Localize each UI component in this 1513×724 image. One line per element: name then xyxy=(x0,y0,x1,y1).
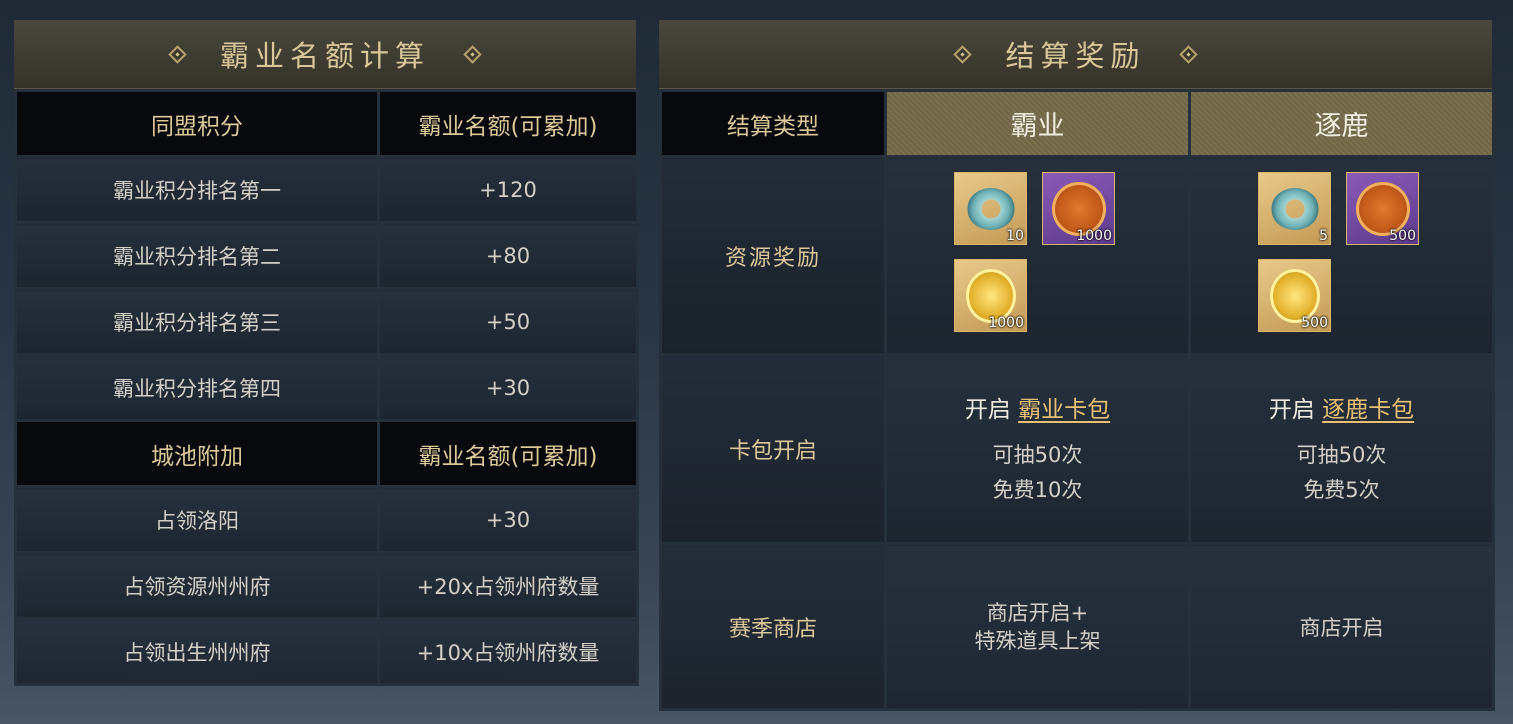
row-value: +10x占领州府数量 xyxy=(377,617,639,686)
row-value: +80 xyxy=(377,221,639,290)
table-row: 霸业积分排名第四 +30 xyxy=(14,353,639,422)
diamond-ornament-icon xyxy=(168,44,187,64)
header-quota: 霸业名额(可累加) xyxy=(377,89,639,158)
table-row: 占领洛阳 +30 xyxy=(14,485,639,554)
resource-row: 资源奖励 10 1000 1000 5 500 500 xyxy=(659,155,1495,356)
panel-title-bar: 霸业名额计算 xyxy=(14,20,636,89)
jade-ring-icon xyxy=(966,187,1015,230)
shop-open-text: 商店开启+ xyxy=(986,600,1089,625)
shop-cell-hegemony: 商店开启+ 特殊道具上架 xyxy=(884,542,1191,711)
special-items-text: 特殊道具上架 xyxy=(974,628,1101,653)
row-value: +30 xyxy=(377,485,639,554)
season-shop-label: 赛季商店 xyxy=(659,542,887,711)
row-value: +50 xyxy=(377,287,639,356)
panel-title-bar: 结算奖励 xyxy=(659,20,1492,89)
shop-cell-zhulu: 商店开启 xyxy=(1188,542,1495,711)
reward-item[interactable]: 1000 xyxy=(954,259,1027,332)
rewards-table: 结算类型 霸业 逐鹿 资源奖励 10 1000 1000 5 500 500 卡… xyxy=(659,89,1495,711)
item-quantity: 1000 xyxy=(988,315,1024,331)
reward-item[interactable]: 500 xyxy=(1346,172,1419,245)
free-count: 免费10次 xyxy=(992,478,1083,502)
diamond-ornament-icon xyxy=(953,44,973,64)
open-prefix: 开启 xyxy=(1268,397,1315,423)
item-quantity: 500 xyxy=(1389,228,1416,244)
table-row: 霸业积分排名第一 +120 xyxy=(14,155,639,224)
zhulu-card-pack-link[interactable]: 逐鹿卡包 xyxy=(1322,397,1414,423)
card-pack-label: 卡包开启 xyxy=(659,353,887,545)
draw-count: 可抽50次 xyxy=(1296,443,1387,467)
quota-table: 同盟积分 霸业名额(可累加) 霸业积分排名第一 +120 霸业积分排名第二 +8… xyxy=(14,89,639,686)
card-pack-row: 卡包开启 开启 霸业卡包 可抽50次 免费10次 开启 逐鹿卡包 可抽50次 免… xyxy=(659,353,1495,545)
table-row: 占领出生州州府 +10x占领州府数量 xyxy=(14,617,639,686)
row-label: 占领洛阳 xyxy=(14,485,380,554)
row-label: 霸业积分排名第一 xyxy=(14,155,380,224)
reward-item[interactable]: 5 xyxy=(1258,172,1331,245)
table-row: 霸业积分排名第二 +80 xyxy=(14,221,639,290)
row-value: +120 xyxy=(377,155,639,224)
row-value: +20x占领州府数量 xyxy=(377,551,639,620)
item-quantity: 500 xyxy=(1301,315,1328,331)
panel-title: 霸业名额计算 xyxy=(219,39,430,73)
header-hegemony: 霸业 xyxy=(884,89,1191,158)
season-shop-row: 赛季商店 商店开启+ 特殊道具上架 商店开启 xyxy=(659,542,1495,711)
item-quantity: 1000 xyxy=(1076,228,1112,244)
settlement-rewards-panel: 结算奖励 结算类型 霸业 逐鹿 资源奖励 10 1000 1000 5 500 … xyxy=(659,20,1495,711)
item-quantity: 10 xyxy=(1006,228,1024,244)
resource-cell-hegemony: 10 1000 1000 xyxy=(884,155,1191,356)
table-row: 占领资源州州府 +20x占领州府数量 xyxy=(14,551,639,620)
open-prefix: 开启 xyxy=(964,397,1011,423)
card-cell-hegemony: 开启 霸业卡包 可抽50次 免费10次 xyxy=(884,353,1191,545)
row-label: 霸业积分排名第三 xyxy=(14,287,380,356)
free-count: 免费5次 xyxy=(1303,478,1380,502)
header-zhulu: 逐鹿 xyxy=(1188,89,1495,158)
header-settlement-type: 结算类型 xyxy=(659,89,887,158)
reward-item[interactable]: 500 xyxy=(1258,259,1331,332)
diamond-ornament-icon xyxy=(1178,44,1198,64)
item-quantity: 5 xyxy=(1319,228,1328,244)
diamond-ornament-icon xyxy=(463,44,482,64)
header-quota: 霸业名额(可累加) xyxy=(377,419,639,488)
row-label: 霸业积分排名第四 xyxy=(14,353,380,422)
header-alliance-score: 同盟积分 xyxy=(14,89,380,158)
card-cell-zhulu: 开启 逐鹿卡包 可抽50次 免费5次 xyxy=(1188,353,1495,545)
resource-cell-zhulu: 5 500 500 xyxy=(1188,155,1495,356)
hegemony-card-pack-link[interactable]: 霸业卡包 xyxy=(1018,397,1110,423)
quota-calculation-panel: 霸业名额计算 同盟积分 霸业名额(可累加) 霸业积分排名第一 +120 霸业积分… xyxy=(14,20,639,686)
jade-ring-icon xyxy=(1270,187,1319,230)
reward-item[interactable]: 10 xyxy=(954,172,1027,245)
resource-reward-label: 资源奖励 xyxy=(659,155,887,356)
row-label: 霸业积分排名第二 xyxy=(14,221,380,290)
header-city-bonus: 城池附加 xyxy=(14,419,380,488)
row-value: +30 xyxy=(377,353,639,422)
table-row: 霸业积分排名第三 +50 xyxy=(14,287,639,356)
row-label: 占领出生州州府 xyxy=(14,617,380,686)
row-label: 占领资源州州府 xyxy=(14,551,380,620)
draw-count: 可抽50次 xyxy=(992,443,1083,467)
reward-item[interactable]: 1000 xyxy=(1042,172,1115,245)
panel-title: 结算奖励 xyxy=(1005,39,1146,73)
